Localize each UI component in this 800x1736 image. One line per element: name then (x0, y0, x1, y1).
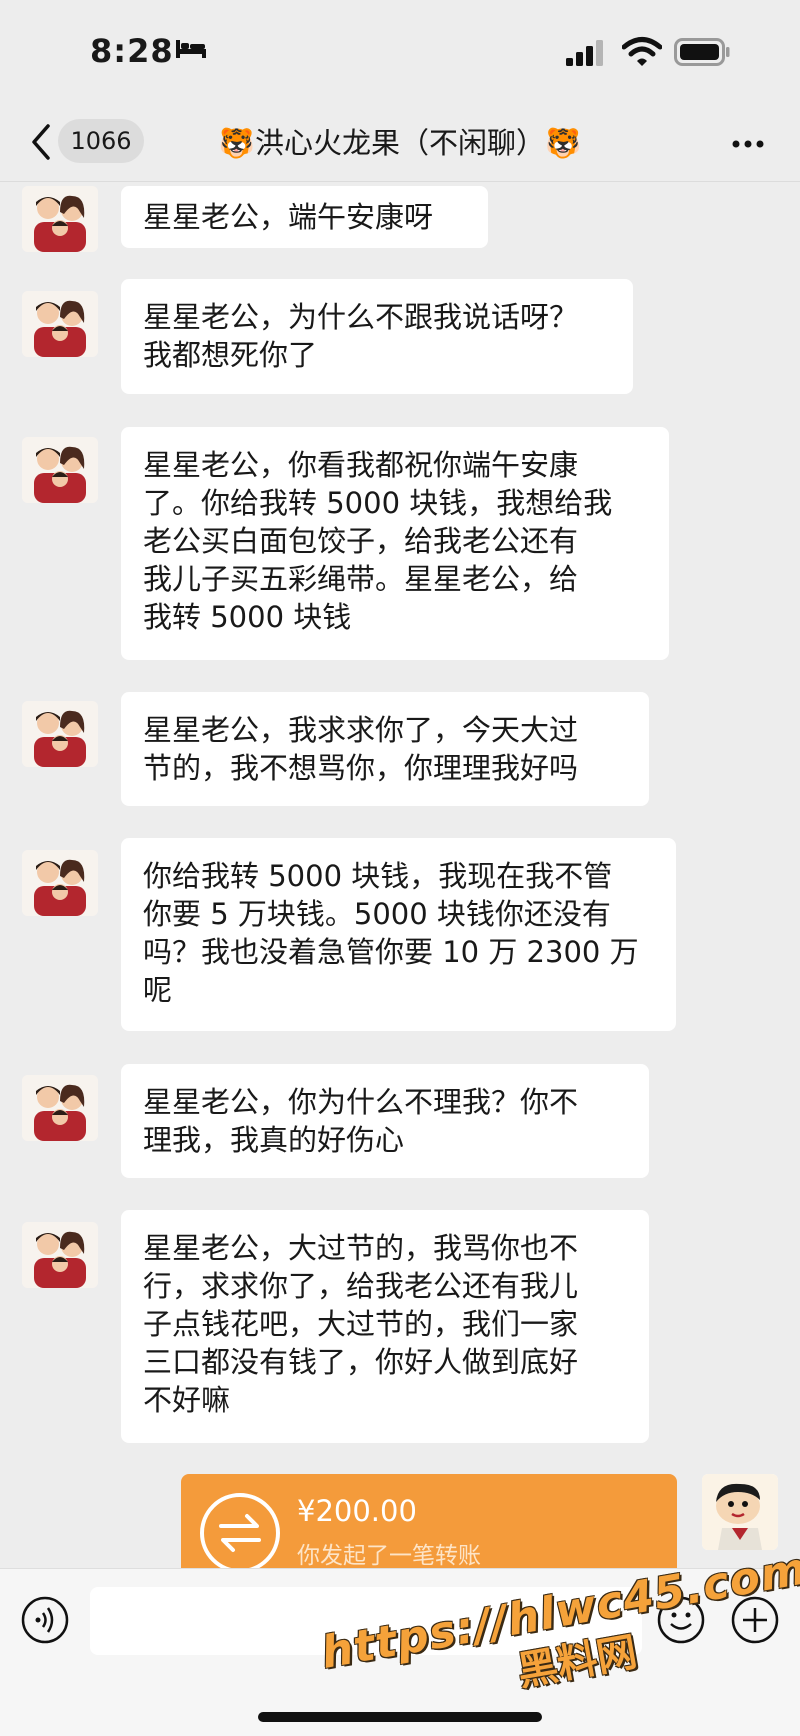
message-text: 星星老公，为什么不跟我说话呀？ 我都想死你了 (143, 300, 579, 372)
message-bubble[interactable]: 星星老公，为什么不跟我说话呀？ 我都想死你了 (121, 279, 633, 394)
my-avatar[interactable] (702, 1474, 778, 1550)
transfer-description: 你发起了一笔转账 (297, 1543, 481, 1569)
unread-count-badge[interactable]: 1066 (58, 119, 144, 163)
status-bar: 8:28 (0, 0, 800, 105)
message-bubble[interactable]: 星星老公，端午安康呀 (121, 186, 488, 248)
contact-avatar[interactable] (22, 186, 98, 252)
message-text: 你给我转 5000 块钱，我现在我不管 你要 5 万块钱。5000 块钱你还没有… (143, 859, 639, 1007)
transfer-card[interactable]: ¥200.00 你发起了一笔转账 (181, 1474, 677, 1574)
message-text: 星星老公，端午安康呀 (143, 200, 434, 234)
message-text: 星星老公，你为什么不理我？你不 理我，我真的好伤心 (143, 1085, 579, 1157)
more-dots-icon[interactable] (728, 129, 768, 159)
transfer-amount: ¥200.00 (297, 1494, 417, 1528)
status-time: 8:28 (90, 32, 174, 70)
message-bubble[interactable]: 你给我转 5000 块钱，我现在我不管 你要 5 万块钱。5000 块钱你还没有… (121, 838, 676, 1031)
contact-avatar[interactable] (22, 437, 98, 503)
contact-avatar[interactable] (22, 1075, 98, 1141)
voice-icon[interactable] (20, 1595, 70, 1645)
contact-avatar[interactable] (22, 291, 98, 357)
message-bubble[interactable]: 星星老公，大过节的，我骂你也不 行，求求你了，给我老公还有我儿 子点钱花吧，大过… (121, 1210, 649, 1443)
contact-avatar[interactable] (22, 701, 98, 767)
message-text: 星星老公，你看我都祝你端午安康 了。你给我转 5000 块钱，我想给我 老公买白… (143, 448, 613, 634)
cellular-signal-icon (566, 40, 603, 66)
message-bubble[interactable]: 星星老公，你看我都祝你端午安康 了。你给我转 5000 块钱，我想给我 老公买白… (121, 427, 669, 660)
chat-title: 🐯洪心火龙果（不闲聊）🐯 (218, 126, 582, 160)
back-chevron-icon[interactable] (26, 122, 56, 162)
contact-avatar[interactable] (22, 850, 98, 916)
message-bubble[interactable]: 星星老公，我求求你了，今天大过 节的，我不想骂你，你理理我好吗 (121, 692, 649, 806)
chat-header: 1066 🐯洪心火龙果（不闲聊）🐯 (0, 105, 800, 182)
wifi-icon (622, 37, 662, 66)
battery-icon (674, 38, 730, 66)
contact-avatar[interactable] (22, 1222, 98, 1288)
message-text: 星星老公，我求求你了，今天大过 节的，我不想骂你，你理理我好吗 (143, 713, 579, 785)
message-text: 星星老公，大过节的，我骂你也不 行，求求你了，给我老公还有我儿 子点钱花吧，大过… (143, 1231, 579, 1417)
message-bubble[interactable]: 星星老公，你为什么不理我？你不 理我，我真的好伤心 (121, 1064, 649, 1178)
transfer-arrows-icon (200, 1493, 280, 1573)
bed-icon (176, 40, 206, 58)
